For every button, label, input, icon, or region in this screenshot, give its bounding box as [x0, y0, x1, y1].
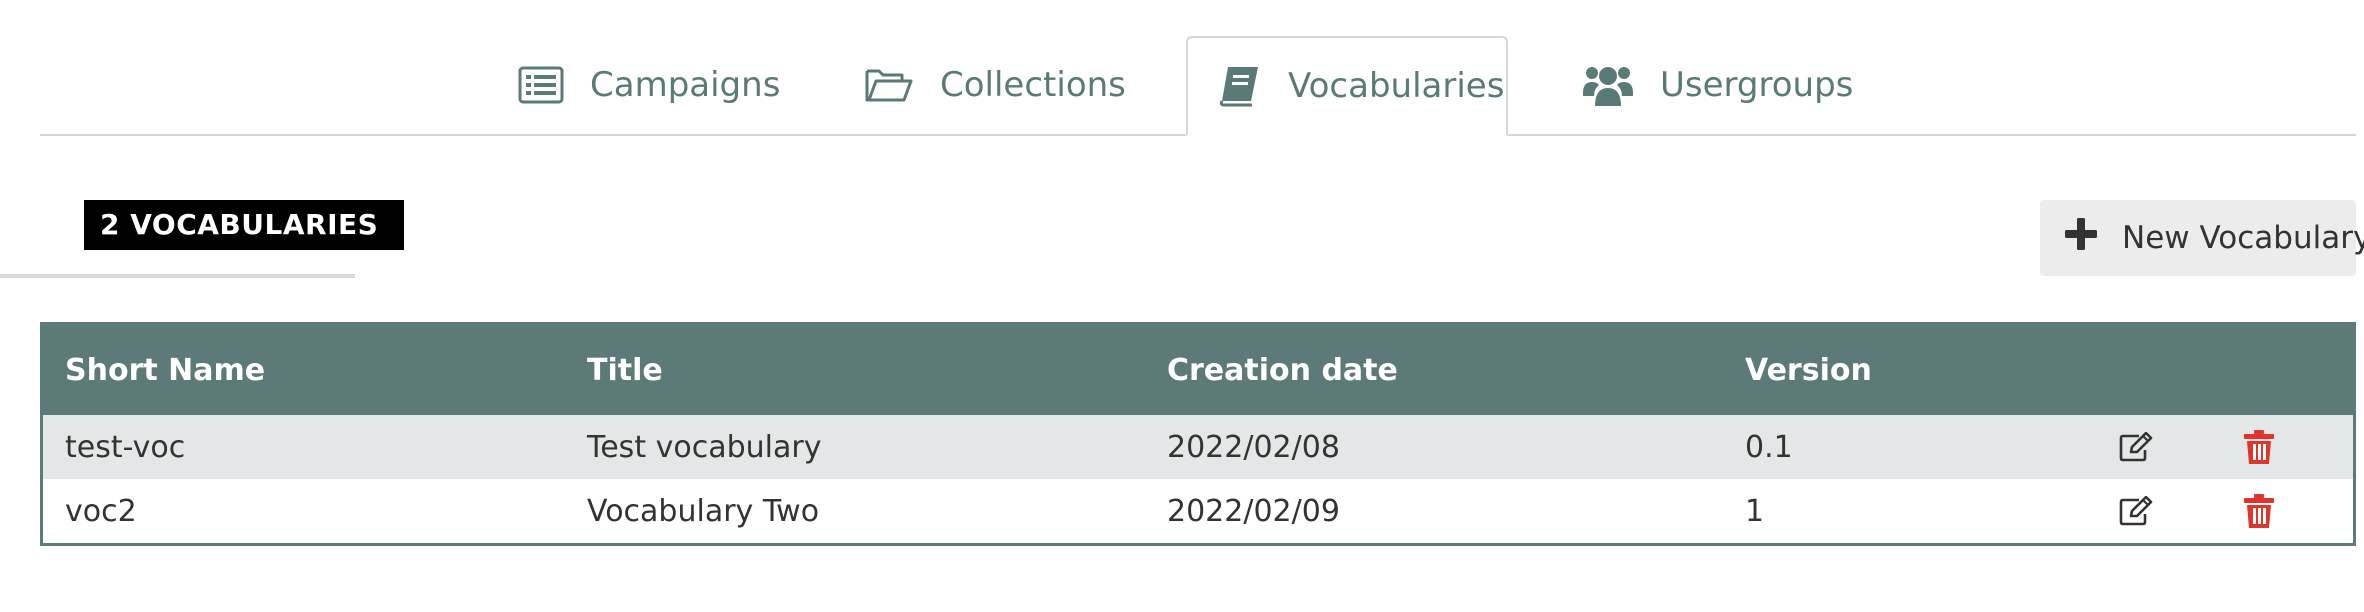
table-header: Short Name Title Creation date Version	[43, 325, 2353, 415]
cell-short-name: test-voc	[65, 429, 186, 465]
tab-label: Vocabularies	[1288, 66, 1505, 106]
tab-collections[interactable]: Collections	[864, 36, 1126, 134]
tab-label: Usergroups	[1660, 65, 1854, 105]
cell-version: 0.1	[1745, 429, 1793, 465]
column-header-title[interactable]: Title	[587, 325, 663, 415]
plus-icon	[2064, 217, 2098, 259]
new-vocabulary-label: New Vocabulary	[2122, 220, 2364, 256]
list-icon	[518, 66, 564, 104]
edit-icon[interactable]	[2119, 432, 2153, 462]
cell-creation-date: 2022/02/09	[1167, 493, 1340, 529]
cell-version: 1	[1745, 493, 1765, 529]
vocabularies-page: Campaigns Collections Vocabularies Userg…	[0, 0, 2364, 612]
tab-campaigns[interactable]: Campaigns	[518, 36, 780, 134]
cell-title: Vocabulary Two	[587, 493, 820, 529]
folder-open-icon	[864, 65, 914, 105]
tab-label: Campaigns	[590, 65, 781, 105]
trash-icon[interactable]	[2243, 429, 2275, 465]
trash-icon[interactable]	[2243, 493, 2275, 529]
cell-short-name: voc2	[65, 493, 137, 529]
vocabulary-count-badge: 2 VOCABULARIES	[84, 200, 405, 250]
tab-vocabularies[interactable]: Vocabularies	[1186, 36, 1508, 136]
cell-title: Test vocabulary	[587, 429, 822, 465]
vocabularies-table: Short Name Title Creation date Version t…	[40, 322, 2356, 546]
column-header-version[interactable]: Version	[1745, 325, 1872, 415]
column-header-creation-date[interactable]: Creation date	[1167, 325, 1398, 415]
table-row[interactable]: test-voc Test vocabulary 2022/02/08 0.1	[43, 415, 2353, 479]
table-row[interactable]: voc2 Vocabulary Two 2022/02/09 1	[43, 479, 2353, 543]
column-header-short-name[interactable]: Short Name	[65, 325, 265, 415]
tab-label: Collections	[940, 65, 1126, 105]
edit-icon[interactable]	[2119, 496, 2153, 526]
new-vocabulary-button[interactable]: New Vocabulary	[2040, 200, 2364, 276]
users-icon	[1582, 63, 1634, 107]
cell-creation-date: 2022/02/08	[1167, 429, 1340, 465]
book-icon	[1218, 65, 1262, 107]
tab-usergroups[interactable]: Usergroups	[1582, 36, 1853, 134]
main-tabs: Campaigns Collections Vocabularies Userg…	[40, 0, 2356, 136]
count-section: 2 VOCABULARIES	[0, 200, 405, 278]
